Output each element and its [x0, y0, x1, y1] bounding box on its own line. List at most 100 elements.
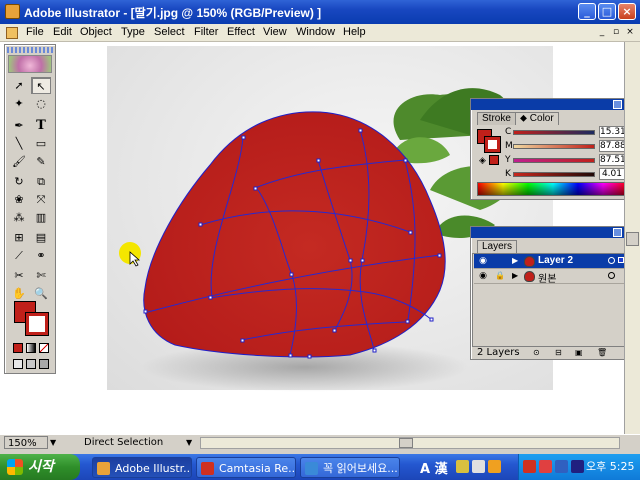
pencil-tool-icon[interactable]: ✎ [31, 153, 51, 170]
horizontal-scroll-thumb[interactable] [399, 438, 413, 448]
none-mode-button[interactable] [39, 343, 49, 353]
channel-y-slider[interactable] [513, 158, 595, 163]
tab-color[interactable]: ⬥ Color [515, 112, 559, 125]
menu-type[interactable]: Type [121, 26, 145, 38]
color-panel-minimize-button[interactable] [613, 100, 622, 109]
doc-restore-button[interactable]: ▫ [610, 27, 622, 39]
layer-lock-icon[interactable]: 🔒 [494, 271, 506, 282]
layers-panel-minimize-button[interactable] [613, 228, 622, 237]
channel-m-slider[interactable] [513, 144, 595, 149]
menu-file[interactable]: File [26, 26, 44, 38]
magic-wand-tool-icon[interactable]: ✦ [9, 95, 29, 112]
color-spectrum-bar[interactable] [477, 182, 629, 196]
layer-expand-triangle-icon[interactable]: ▶ [512, 271, 518, 280]
title-bar[interactable]: Adobe Illustrator - [딸기.jpg @ 150% (RGB/… [0, 0, 640, 24]
menu-edit[interactable]: Edit [53, 26, 72, 38]
eyedropper-tool-icon[interactable]: ⟋ [9, 247, 29, 264]
status-dropdown-arrow-icon[interactable]: ▼ [186, 438, 192, 447]
media-tray-icon[interactable] [571, 460, 584, 473]
layer-visibility-eye-icon[interactable]: ◉ [476, 256, 490, 267]
layer-lock-toggle[interactable] [494, 256, 506, 267]
task-readme[interactable]: 꼭 읽어보세요... [300, 457, 400, 478]
start-button[interactable]: 시작 [0, 454, 80, 480]
layer-row-layer-2[interactable]: ◉ ▶ Layer 2 [474, 254, 626, 269]
doc-close-button[interactable]: × [624, 27, 636, 39]
stroke-color-swatch[interactable] [25, 312, 49, 336]
menu-window[interactable]: Window [296, 26, 335, 38]
pen-tool-icon[interactable]: ✒ [9, 117, 29, 134]
menu-object[interactable]: Object [80, 26, 112, 38]
illustrator-app-icon[interactable] [5, 4, 20, 19]
document-icon[interactable] [6, 27, 18, 39]
gradient-tool-icon[interactable]: ▤ [31, 229, 51, 246]
scissors-tool-icon[interactable]: ✄ [31, 267, 51, 284]
doc-minimize-button[interactable]: _ [596, 27, 608, 39]
channel-m-value[interactable]: 87.88 [599, 140, 626, 152]
graph-tool-icon[interactable]: ▥ [31, 209, 51, 226]
vertical-scroll-thumb[interactable] [626, 232, 639, 246]
tools-panel-grip[interactable] [7, 47, 53, 53]
symbol-sprayer-tool-icon[interactable]: ⁂ [9, 209, 29, 226]
channel-k-slider[interactable] [513, 172, 595, 177]
layer-expand-triangle-icon[interactable]: ▶ [512, 256, 518, 265]
color-panel-titlebar[interactable] [471, 99, 635, 110]
full-screen-mode-button[interactable] [39, 359, 49, 369]
layer-row-original[interactable]: ◉ 🔒 ▶ 원본 [474, 269, 626, 285]
layer-target-circle-icon[interactable] [608, 272, 615, 279]
rectangle-tool-icon[interactable]: ▭ [31, 135, 51, 152]
minimize-button[interactable]: _ [578, 3, 596, 20]
menu-select[interactable]: Select [154, 26, 185, 38]
rotate-tool-icon[interactable]: ↻ [9, 173, 29, 190]
new-layer-icon[interactable]: ▣ [575, 348, 583, 357]
channel-k-value[interactable]: 4.01 [599, 168, 625, 180]
menu-effect[interactable]: Effect [227, 26, 255, 38]
color-panel-stroke-swatch[interactable] [484, 136, 501, 153]
channel-c-slider[interactable] [513, 130, 595, 135]
tab-layers[interactable]: Layers [477, 240, 518, 253]
horizontal-scrollbar[interactable] [200, 437, 620, 449]
lasso-tool-icon[interactable]: ◌ [31, 95, 51, 112]
delete-layer-icon[interactable]: 🗑 [597, 348, 607, 357]
task-illustrator[interactable]: Adobe Illustr... [92, 457, 192, 478]
network-tray-icon[interactable] [555, 460, 568, 473]
task-camtasia[interactable]: Camtasia Re... [196, 457, 296, 478]
camtasia-tray-icon[interactable] [523, 460, 536, 473]
direct-selection-tool-icon[interactable]: ↖ [31, 77, 51, 94]
ime-tool-icon[interactable] [456, 460, 469, 473]
vertical-scrollbar[interactable] [624, 42, 640, 434]
standard-screen-mode-button[interactable] [13, 359, 23, 369]
line-tool-icon[interactable]: ╲ [9, 135, 29, 152]
make-clipping-mask-icon[interactable]: ⊙ [533, 348, 540, 357]
blend-tool-icon[interactable]: ⚭ [31, 247, 51, 264]
clock[interactable]: 오후 5:25 [586, 454, 634, 480]
zoom-level-field[interactable]: 150% [4, 436, 48, 449]
menu-filter[interactable]: Filter [194, 26, 218, 38]
warp-tool-icon[interactable]: ❀ [9, 191, 29, 208]
type-tool-icon[interactable]: T [31, 117, 51, 134]
ime-option-icon[interactable] [488, 460, 501, 473]
zoom-tool-icon[interactable]: 🔍 [31, 285, 51, 302]
layer-visibility-eye-icon[interactable]: ◉ [476, 271, 490, 282]
layer-target-circle-icon[interactable] [608, 257, 615, 264]
zoom-dropdown-arrow-icon[interactable]: ▼ [50, 438, 56, 447]
ime-indicator[interactable]: A 漢 [420, 458, 448, 477]
selection-tool-icon[interactable]: ➚ [9, 77, 29, 94]
ime-help-icon[interactable] [472, 460, 485, 473]
recorder-tray-icon[interactable] [539, 460, 552, 473]
tab-stroke[interactable]: Stroke [477, 112, 516, 125]
free-transform-tool-icon[interactable]: ⤧ [31, 191, 51, 208]
maximize-button[interactable]: □ [598, 3, 616, 20]
channel-c-value[interactable]: 15.31 [599, 126, 626, 138]
close-button[interactable]: × [618, 3, 636, 20]
scale-tool-icon[interactable]: ⧉ [31, 173, 51, 190]
layers-panel-titlebar[interactable] [471, 227, 635, 238]
full-screen-menu-mode-button[interactable] [26, 359, 36, 369]
menu-help[interactable]: Help [343, 26, 366, 38]
channel-y-value[interactable]: 87.51 [599, 154, 626, 166]
paintbrush-tool-icon[interactable]: 🖌 [9, 153, 29, 170]
mesh-tool-icon[interactable]: ⊞ [9, 229, 29, 246]
out-of-gamut-swatch[interactable] [489, 155, 499, 165]
new-sublayer-icon[interactable]: ⊟ [555, 348, 562, 357]
gradient-mode-button[interactable] [26, 343, 36, 353]
slice-tool-icon[interactable]: ✂ [9, 267, 29, 284]
